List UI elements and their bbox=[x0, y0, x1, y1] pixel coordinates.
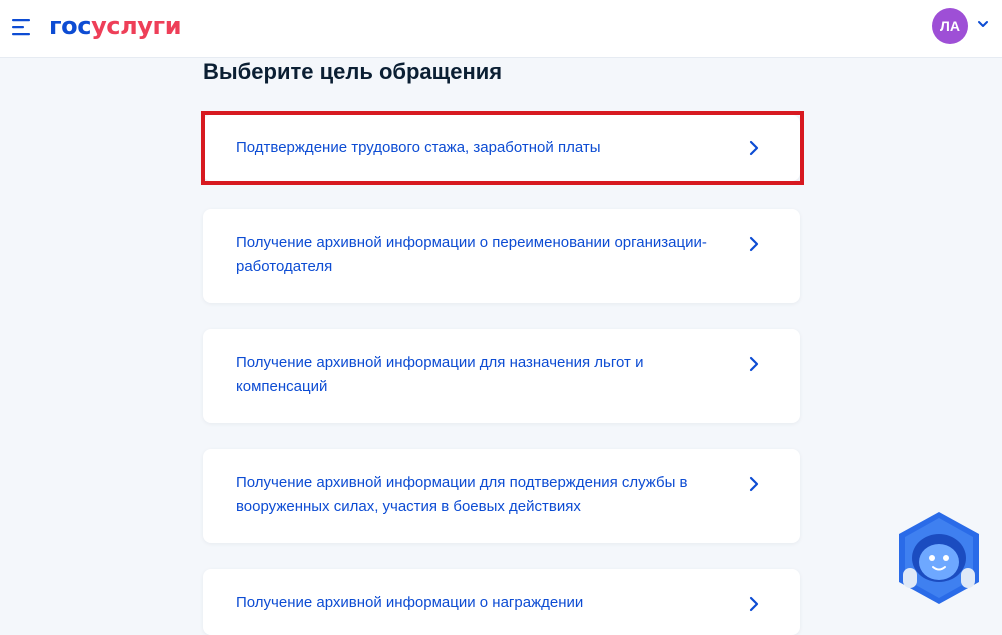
option-label: Получение архивной информации о награжде… bbox=[236, 594, 584, 611]
gosuslugi-logo[interactable]: госуслуги bbox=[49, 11, 182, 41]
option-label: Получение архивной информации для подтве… bbox=[236, 474, 688, 515]
user-avatar[interactable]: ЛА bbox=[932, 8, 968, 44]
header: госуслуги ЛА bbox=[0, 0, 1002, 58]
chevron-right-icon bbox=[749, 356, 759, 372]
option-benefits-compensation[interactable]: Получение архивной информации для назнач… bbox=[203, 329, 800, 423]
option-employer-renaming[interactable]: Получение архивной информации о переимен… bbox=[203, 209, 800, 303]
chevron-down-icon[interactable] bbox=[976, 17, 990, 31]
option-awards[interactable]: Получение архивной информации о награжде… bbox=[203, 569, 800, 635]
option-work-experience-salary[interactable]: Подтверждение трудового стажа, заработно… bbox=[203, 115, 800, 181]
logo-text-uslugi: услуги bbox=[91, 12, 182, 40]
chevron-right-icon bbox=[749, 140, 759, 156]
hamburger-menu-icon[interactable] bbox=[11, 16, 33, 38]
robot-assistant-icon[interactable] bbox=[895, 510, 983, 608]
option-label: Получение архивной информации о переимен… bbox=[236, 234, 707, 275]
option-label: Получение архивной информации для назнач… bbox=[236, 354, 644, 395]
option-military-service[interactable]: Получение архивной информации для подтве… bbox=[203, 449, 800, 543]
logo-text-gos: гос bbox=[49, 12, 92, 40]
option-label: Подтверждение трудового стажа, заработно… bbox=[236, 139, 601, 156]
chevron-right-icon bbox=[749, 596, 759, 612]
chevron-right-icon bbox=[749, 476, 759, 492]
page-title: Выберите цель обращения bbox=[203, 59, 503, 84]
chevron-right-icon bbox=[749, 236, 759, 252]
